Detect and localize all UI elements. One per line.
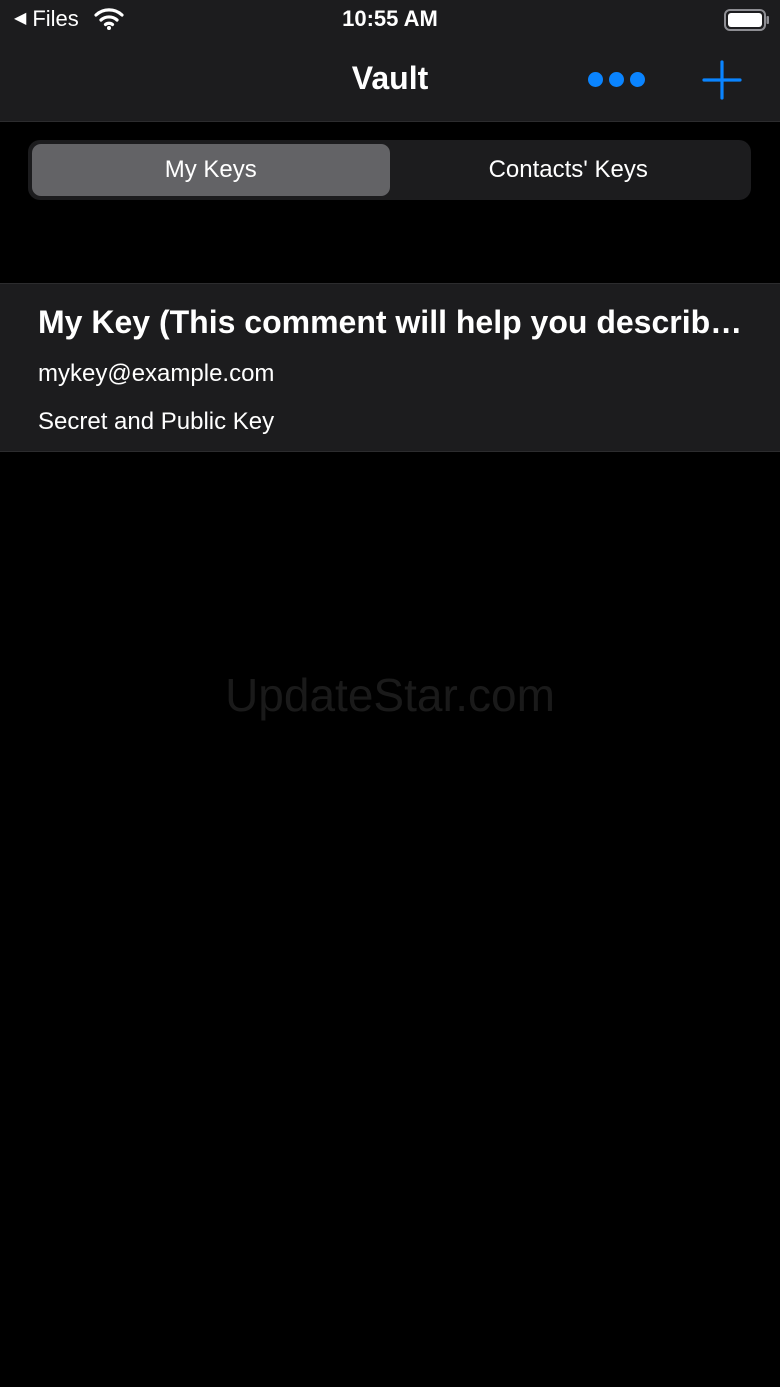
key-title: My Key (This comment will help you descr…	[38, 304, 748, 340]
more-icon	[608, 71, 624, 87]
add-key-button[interactable]	[700, 58, 744, 102]
segment-my-keys[interactable]: My Keys	[32, 144, 390, 196]
watermark: UpdateStar.com	[225, 669, 555, 721]
more-button[interactable]	[582, 62, 650, 96]
keys-segmented-control: My Keys Contacts' Keys	[28, 140, 751, 200]
status-bar: ◀ Files 10:55 AM	[0, 0, 780, 40]
more-icon	[587, 71, 603, 87]
segment-contacts-keys[interactable]: Contacts' Keys	[390, 144, 748, 196]
status-time: 10:55 AM	[342, 6, 438, 31]
battery-icon	[724, 9, 769, 31]
page-title: Vault	[351, 60, 429, 96]
key-email: mykey@example.com	[38, 360, 275, 387]
plus-icon	[702, 60, 742, 100]
more-icon	[629, 71, 645, 87]
navigation-bar: Vault	[0, 40, 780, 122]
key-type: Secret and Public Key	[38, 408, 275, 435]
key-list-item[interactable]: My Key (This comment will help you descr…	[0, 283, 780, 452]
